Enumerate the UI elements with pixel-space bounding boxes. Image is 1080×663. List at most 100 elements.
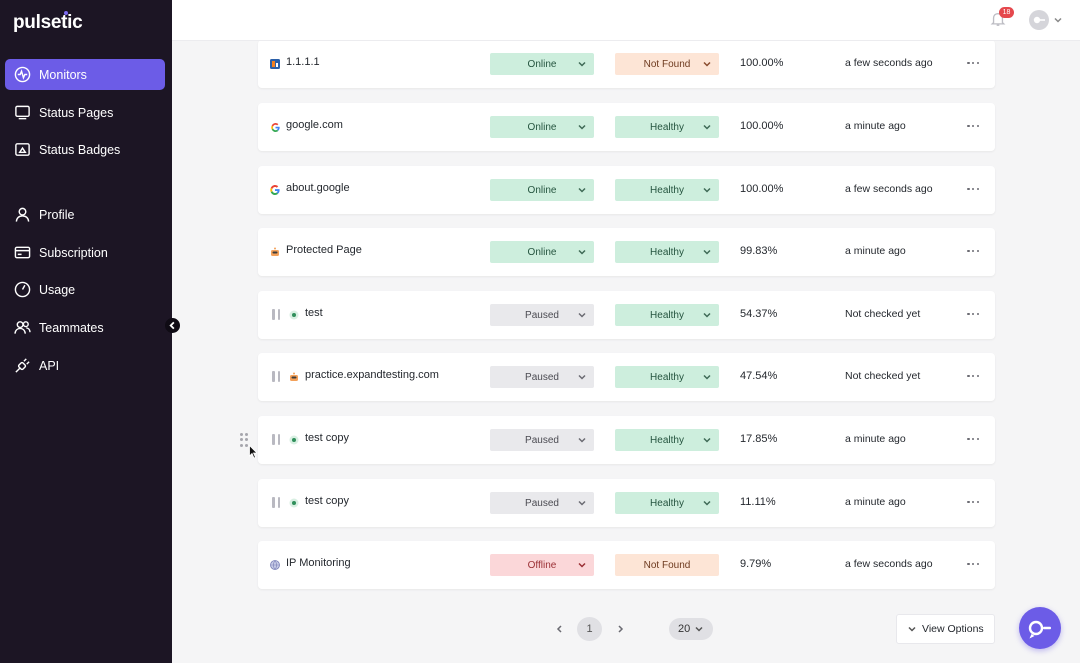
more-options-button[interactable] [963,57,983,69]
previous-page-button[interactable] [553,622,565,636]
health-dropdown[interactable]: Healthy [615,429,719,451]
monitor-name[interactable]: test copy [305,495,349,507]
monitor-row[interactable]: IP Monitoring Offline Not Found 9.79% a … [258,541,995,589]
monitor-name[interactable]: google.com [286,119,343,131]
monitor-name[interactable]: test [305,307,323,319]
monitor-name[interactable]: practice.expandtesting.com [305,369,439,381]
sidebar-item-label: Monitors [39,67,87,82]
monitor-name[interactable]: test copy [305,432,349,444]
next-page-button[interactable] [614,622,626,636]
monitor-row[interactable]: about.google Online Healthy 100.00% a fe… [258,166,995,214]
health-dropdown[interactable]: Healthy [615,179,719,201]
status-dropdown[interactable]: Online [490,116,594,138]
monitor-row[interactable]: Protected Page Online Healthy 99.83% a m… [258,228,995,276]
view-options-button[interactable]: View Options [896,614,995,644]
uptime-value: 9.79% [740,558,772,570]
logo[interactable]: pulsetic [13,11,83,34]
monitor-name[interactable]: about.google [286,182,350,194]
chevron-down-icon [578,312,586,318]
monitor-name[interactable]: IP Monitoring [286,557,351,569]
status-dropdown[interactable]: Online [490,53,594,75]
more-options-button[interactable] [963,245,983,257]
health-label: Healthy [650,121,684,133]
status-dropdown[interactable]: Offline [490,554,594,576]
monitor-row[interactable]: 1.1.1.1 Online Not Found 100.00% a few s… [258,40,995,88]
sidebar-item-monitors[interactable]: Monitors [5,59,165,90]
health-dropdown[interactable]: Healthy [615,492,719,514]
sidebar-item-teammates[interactable]: Teammates [5,312,165,343]
status-dropdown[interactable]: Paused [490,304,594,326]
page-number-button[interactable]: 1 [577,617,602,641]
sidebar-item-status-pages[interactable]: Status Pages [5,97,165,128]
chevron-down-icon [703,124,711,130]
status-dropdown[interactable]: Paused [490,366,594,388]
chevron-down-icon [578,249,586,255]
sidebar-item-status-badges[interactable]: Status Badges [5,134,165,165]
more-options-button[interactable] [963,308,983,320]
sidebar-item-subscription[interactable]: Subscription [5,237,165,268]
health-dropdown[interactable]: Healthy [615,366,719,388]
chevron-down-icon [578,187,586,193]
more-options-button[interactable] [963,558,983,570]
chevron-down-icon [703,187,711,193]
sidebar-item-label: API [39,358,60,373]
status-dropdown[interactable]: Paused [490,492,594,514]
sidebar-item-label: Profile [39,207,75,222]
status-dropdown[interactable]: Online [490,241,594,263]
status-dropdown[interactable]: Online [490,179,594,201]
page-size-select[interactable]: 20 [669,618,713,640]
user-menu[interactable] [1029,9,1069,31]
chevron-left-icon [556,625,562,633]
monitor-row[interactable]: practice.expandtesting.com Paused Health… [258,353,995,401]
sidebar-item-label: Status Badges [39,142,121,157]
health-label: Not Found [643,559,691,571]
uptime-value: 99.83% [740,245,778,257]
chevron-down-icon [578,61,586,67]
sidebar-item-profile[interactable]: Profile [5,199,165,230]
status-label: Paused [525,309,559,321]
sidebar-item-label: Usage [39,282,76,297]
health-label: Not Found [643,58,691,70]
monitor-row[interactable]: test Paused Healthy 54.37% Not checked y… [258,291,995,339]
chevron-down-icon [703,61,711,67]
sidebar-collapse-button[interactable] [165,318,180,333]
status-label: Online [527,246,557,258]
chevron-down-icon [703,312,711,318]
avatar [1029,10,1049,30]
robot-favicon [270,247,280,257]
health-dropdown[interactable]: Healthy [615,304,719,326]
sidebar-item-usage[interactable]: Usage [5,274,165,305]
status-label: Online [527,58,557,70]
chevron-down-icon [703,437,711,443]
uptime-value: 54.37% [740,308,778,320]
health-dropdown[interactable]: Healthy [615,241,719,263]
uptime-value: 47.54% [740,370,778,382]
health-dropdown[interactable]: Healthy [615,116,719,138]
monitor-name[interactable]: Protected Page [286,244,362,256]
monitor-row[interactable]: test copy Paused Healthy 17.85% a minute… [258,416,995,464]
health-dropdown[interactable]: Not Found [615,53,719,75]
monitor-row[interactable]: google.com Online Healthy 100.00% a minu… [258,103,995,151]
more-options-button[interactable] [963,183,983,195]
more-options-button[interactable] [963,120,983,132]
pause-icon[interactable] [272,309,280,320]
more-options-button[interactable] [963,496,983,508]
monitor-row[interactable]: test copy Paused Healthy 11.11% a minute… [258,479,995,527]
last-check: a few seconds ago [845,183,933,195]
uptime-value: 100.00% [740,57,784,69]
monitor-name[interactable]: 1.1.1.1 [286,56,320,68]
drag-handle[interactable] [240,433,249,447]
last-check: a minute ago [845,120,906,132]
chevron-down-icon [695,626,703,632]
display-icon [14,104,31,121]
pause-icon[interactable] [272,434,280,445]
green-dot-favicon [289,435,299,445]
pause-icon[interactable] [272,371,280,382]
pause-icon[interactable] [272,497,280,508]
status-dropdown[interactable]: Paused [490,429,594,451]
status-label: Paused [525,371,559,383]
more-options-button[interactable] [963,433,983,445]
support-chat-button[interactable] [1019,607,1061,649]
more-options-button[interactable] [963,370,983,382]
sidebar-item-api[interactable]: API [5,350,165,381]
